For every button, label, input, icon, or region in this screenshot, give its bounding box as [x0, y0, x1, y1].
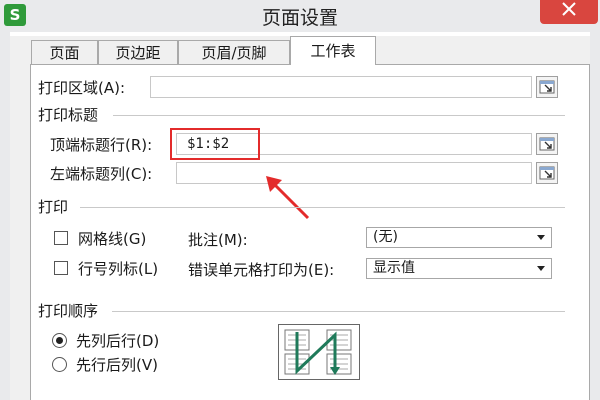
window-border-left — [0, 32, 10, 400]
cell-errors-label: 错误单元格打印为(E): — [188, 261, 335, 279]
dialog-title: 页面设置 — [261, 7, 338, 29]
print-order-preview-icon — [278, 324, 360, 380]
section-divider — [113, 115, 565, 116]
top-rows-picker-button[interactable] — [536, 133, 558, 155]
section-divider — [80, 207, 565, 208]
over-then-down-radio[interactable] — [52, 357, 67, 372]
comments-label: 批注(M): — [188, 231, 248, 249]
print-order-section-label: 打印顺序 — [38, 302, 99, 320]
comments-select-value: (无) — [373, 229, 398, 245]
chevron-down-icon — [537, 266, 545, 271]
range-picker-icon — [539, 166, 555, 180]
chevron-down-icon — [537, 235, 545, 240]
cell-errors-select[interactable]: 显示值 — [366, 258, 552, 279]
tab-header-footer[interactable]: 页眉/页脚 — [178, 40, 290, 64]
left-columns-picker-button[interactable] — [536, 162, 558, 184]
down-then-over-radio[interactable] — [52, 333, 67, 348]
down-then-over-label: 先列后行(D) — [76, 332, 160, 350]
tab-margins[interactable]: 页边距 — [98, 40, 178, 64]
range-picker-icon — [539, 137, 555, 151]
over-then-down-label: 先行后列(V) — [76, 356, 158, 374]
print-order-preview-graphic — [284, 329, 352, 375]
tab-page[interactable]: 页面 — [31, 40, 98, 64]
close-button[interactable] — [540, 0, 598, 24]
window-titlebar: S 页面设置 — [0, 0, 600, 32]
left-columns-input[interactable] — [176, 162, 532, 184]
print-titles-section-label: 打印标题 — [38, 106, 99, 124]
row-col-headings-checkbox[interactable] — [54, 261, 68, 275]
gridlines-label: 网格线(G) — [78, 230, 147, 248]
red-arrow-annotation — [266, 176, 310, 220]
close-icon — [562, 2, 576, 16]
print-section-label: 打印 — [38, 198, 69, 216]
print-area-label: 打印区域(A): — [38, 79, 126, 97]
red-highlight-box — [170, 128, 260, 160]
comments-select[interactable]: (无) — [366, 227, 552, 248]
print-area-input[interactable] — [150, 76, 532, 98]
tab-sheet[interactable]: 工作表 — [290, 36, 376, 65]
range-picker-icon — [539, 80, 555, 94]
section-divider — [112, 311, 565, 312]
cell-errors-select-value: 显示值 — [373, 260, 415, 276]
gridlines-checkbox[interactable] — [54, 231, 68, 245]
top-rows-label: 顶端标题行(R): — [50, 136, 153, 154]
window-border-right — [590, 32, 600, 400]
left-columns-label: 左端标题列(C): — [50, 165, 153, 183]
row-col-headings-label: 行号列标(L) — [78, 260, 159, 278]
print-area-picker-button[interactable] — [536, 76, 558, 98]
